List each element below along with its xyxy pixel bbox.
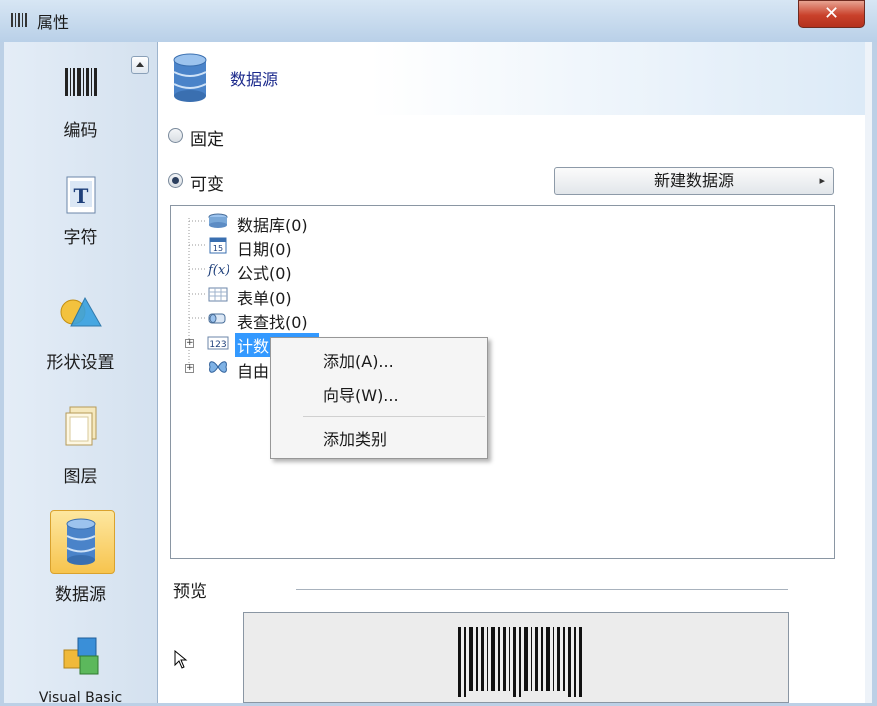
sidebar-item-datasource[interactable]: 数据源 [4,516,157,605]
expand-free-toggle[interactable]: + [185,364,194,373]
tree-node-database[interactable]: 数据库(0) [237,212,308,236]
database-small-icon [208,213,228,228]
chevron-right-icon: ▸ [819,174,825,187]
visual-basic-icon [63,637,98,675]
sidebar-item-layers[interactable]: 图层 [4,405,157,487]
svg-text:f(x): f(x) [207,263,229,278]
close-button[interactable]: ✕ [798,0,865,28]
sidebar-item-label: 编码 [63,121,98,141]
svg-text:15: 15 [213,244,223,253]
preview-label: 预览 [173,582,207,602]
tree-node-formula[interactable]: 公式(0) [237,260,292,284]
app-barcode-icon [11,13,27,27]
new-datasource-button-label: 新建数据源 [653,171,734,190]
window-title: 属性 [37,13,70,32]
title-bar: 属性 ✕ [0,0,877,42]
tree-node-date[interactable]: 日期(0) [237,236,292,260]
menu-item-add[interactable]: 添加(A)... [323,348,394,372]
svg-text:123: 123 [209,340,226,350]
shapes-icon [60,296,102,327]
expand-counter-toggle[interactable]: + [185,339,194,348]
butterfly-icon [209,361,227,373]
form-icon [208,287,228,302]
preview-area [243,612,789,703]
sidebar-item-shapes[interactable]: 形状设置 [4,292,157,373]
sidebar-item-label: Visual Basic [38,690,123,706]
barcode-preview-icon [458,627,582,697]
sidebar-item-visual-basic[interactable]: Visual Basic [4,630,157,706]
tree-node-form[interactable]: 表单(0) [237,285,292,309]
sidebar-item-text[interactable]: T 字符 [4,175,157,248]
new-datasource-button[interactable]: 新建数据源 ▸ [554,167,834,195]
tree-node-table-lookup[interactable]: 表查找(0) [237,309,308,333]
variable-radio[interactable] [168,173,183,188]
sidebar-item-label: 图层 [63,467,98,487]
sidebar-item-label: 数据源 [55,585,106,605]
menu-item-add-category[interactable]: 添加类别 [323,426,387,450]
preview-divider [296,589,788,590]
variable-radio-label: 可变 [190,175,224,195]
calendar-icon: 15 [209,237,227,254]
page-title: 数据源 [230,70,279,89]
context-menu: 添加(A)... 向导(W)... 添加类别 [270,337,488,459]
mouse-cursor-icon [174,650,188,669]
header-database-icon [173,53,207,102]
tree-node-free[interactable]: 自由 [237,358,271,382]
sidebar-item-label: 字符 [63,228,98,248]
layers-icon [65,406,96,446]
table-lookup-icon [208,313,226,324]
formula-icon: f(x) [207,263,229,278]
database-icon [66,518,95,565]
text-icon: T [66,176,95,214]
svg-text:T: T [73,184,88,208]
menu-item-wizard[interactable]: 向导(W)... [323,382,399,406]
fixed-radio[interactable] [168,128,183,143]
counter-icon: 123 [207,336,229,350]
menu-separator [303,416,485,417]
sidebar-item-label: 形状设置 [46,353,115,373]
barcode-icon [64,68,97,96]
sidebar-item-encoding[interactable]: 编码 [4,62,157,141]
fixed-radio-label: 固定 [190,130,224,150]
